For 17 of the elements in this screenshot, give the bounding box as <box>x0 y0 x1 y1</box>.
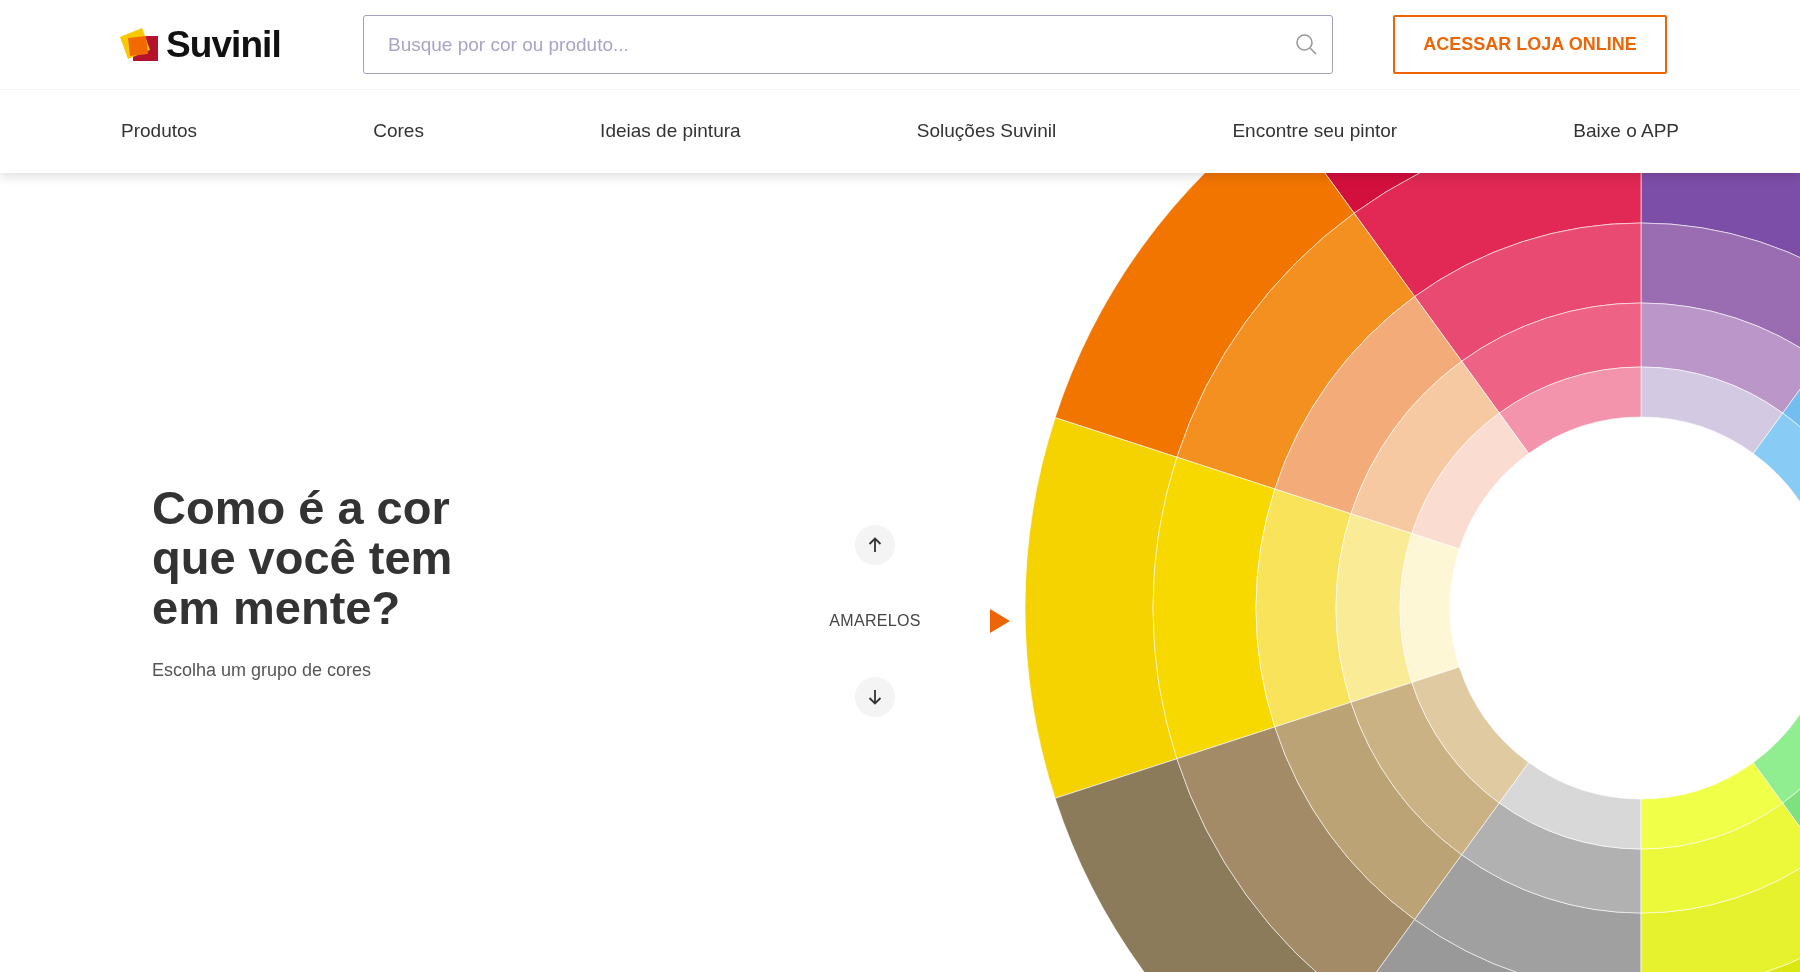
arrow-down-icon <box>868 689 882 705</box>
nav-link[interactable]: Cores <box>373 117 424 146</box>
arrow-up-icon <box>868 537 882 553</box>
search-icon[interactable] <box>1295 33 1317 55</box>
nav-link[interactable]: Soluções Suvinil <box>916 117 1057 146</box>
nav-link[interactable]: Baixe o APP <box>1573 117 1679 146</box>
next-group-button[interactable] <box>855 677 895 717</box>
color-group-label: AMARELOS <box>829 611 921 631</box>
pointer-icon <box>990 609 1010 633</box>
hero-subtitle: Escolha um grupo de cores <box>152 659 373 682</box>
nav-link[interactable]: Produtos <box>121 117 198 146</box>
search-field[interactable]: Busque por cor ou produto... <box>363 15 1333 74</box>
previous-group-button[interactable] <box>855 525 895 565</box>
logo-text[interactable]: Suvinil <box>166 26 281 63</box>
hero-title: Como é a cor que você tem em mente? <box>152 483 454 633</box>
nav-link[interactable]: Encontre seu pintor <box>1232 117 1398 146</box>
nav-link[interactable]: Ideias de pintura <box>600 117 741 146</box>
